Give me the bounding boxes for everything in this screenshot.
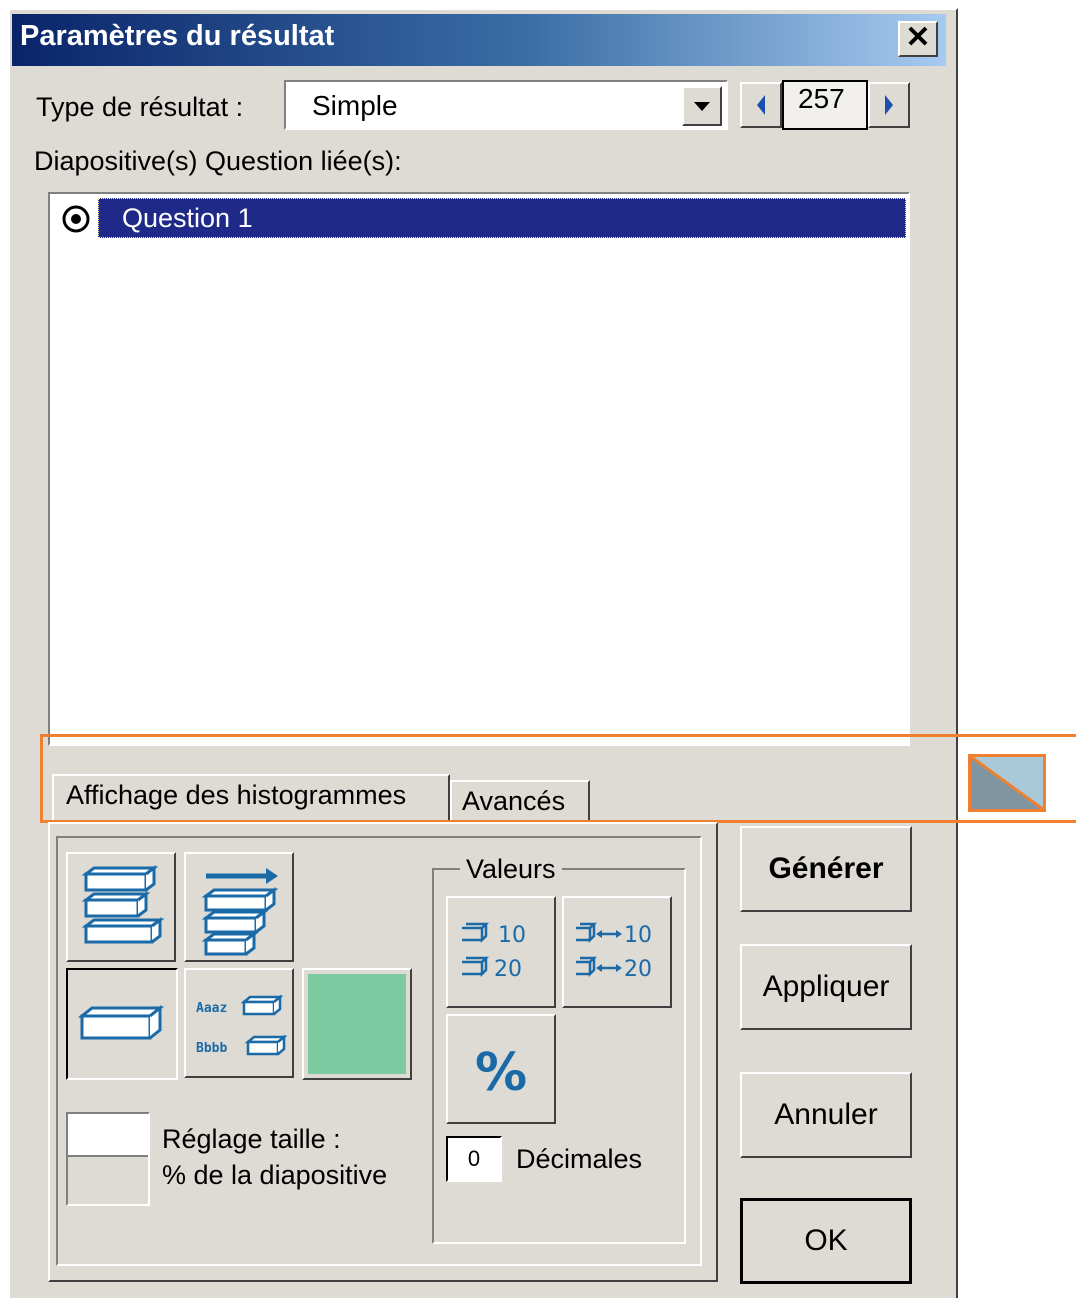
svg-text:20: 20	[624, 957, 652, 982]
color-picker-button[interactable]	[302, 968, 412, 1080]
bar-3d-icon	[77, 1004, 165, 1040]
arrow-left-icon	[757, 95, 765, 115]
result-type-label: Type de résultat :	[36, 92, 244, 122]
single-bar-button[interactable]	[66, 968, 178, 1080]
number-value: 257	[798, 83, 845, 114]
next-button[interactable]	[868, 82, 910, 128]
labeled-bars-button[interactable]: Aaaz Bbbb	[184, 968, 294, 1078]
svg-text:10: 10	[624, 923, 652, 948]
decimals-label: Décimales	[516, 1144, 643, 1174]
linked-questions-label: Diapositive(s) Question liée(s):	[34, 146, 402, 176]
cancel-button[interactable]: Annuler	[740, 1072, 912, 1158]
highlight-top-line	[40, 734, 1076, 737]
generate-button[interactable]: Générer	[740, 826, 912, 912]
svg-text:%: %	[475, 1043, 527, 1103]
radio-selected-icon[interactable]	[60, 202, 94, 236]
arrow-right-icon	[885, 95, 893, 115]
close-button[interactable]: ✕	[898, 21, 938, 57]
values-offset-button[interactable]: 10 20	[562, 896, 672, 1008]
size-label-line1: Réglage taille :	[162, 1124, 341, 1154]
previous-button[interactable]	[740, 82, 782, 128]
values-icon: 10 20	[462, 922, 526, 982]
apply-button[interactable]: Appliquer	[740, 944, 912, 1030]
dropdown-button[interactable]	[682, 86, 722, 126]
tab-advanced-label: Avancés	[462, 786, 566, 816]
list-item-label: Question 1	[122, 203, 253, 233]
sorted-bars-button[interactable]	[184, 852, 294, 962]
result-type-value: Simple	[312, 90, 398, 121]
tab-bar-display-label: Affichage des histogrammes	[66, 780, 407, 810]
color-swatch	[308, 974, 406, 1074]
stacked-bars-button[interactable]	[66, 852, 176, 962]
values-group-title: Valeurs	[460, 854, 562, 885]
ok-button[interactable]: OK	[740, 1198, 912, 1284]
size-label-line2: % de la diapositive	[162, 1160, 388, 1190]
marker-icon	[968, 754, 1046, 812]
svg-text:10: 10	[498, 923, 526, 948]
svg-text:20: 20	[494, 957, 522, 982]
highlight-left-line	[40, 734, 43, 823]
svg-text:Bbbb: Bbbb	[196, 1041, 227, 1056]
dialog-title: Paramètres du résultat	[20, 20, 335, 52]
show-values-button[interactable]: 10 20	[446, 896, 556, 1008]
values-offset-icon: 10 20	[576, 922, 652, 982]
percent-icon: %	[475, 1043, 527, 1103]
labeled-bars-icon: Aaaz Bbbb	[196, 994, 288, 1056]
chevron-down-icon	[694, 102, 710, 111]
size-preview[interactable]	[66, 1112, 150, 1206]
linked-questions-list[interactable]	[48, 192, 910, 746]
percent-button[interactable]: %	[446, 1014, 556, 1124]
stacked-bars-icon	[81, 865, 165, 944]
decimals-input[interactable]: 0	[446, 1136, 502, 1182]
svg-text:Aaaz: Aaaz	[196, 1001, 227, 1016]
sorted-bars-icon	[201, 868, 279, 956]
